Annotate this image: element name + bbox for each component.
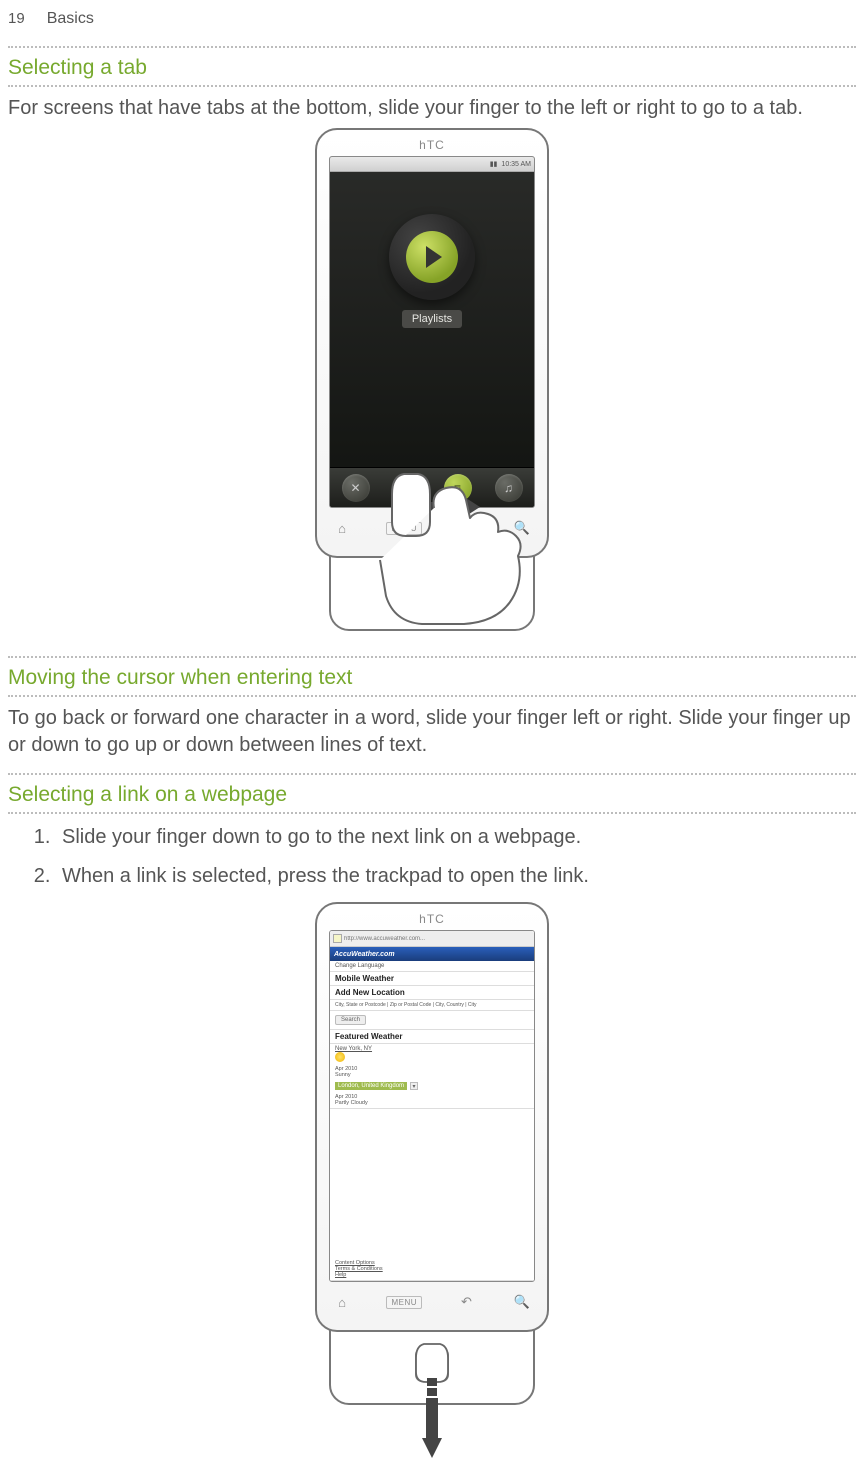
menu-button: MENU bbox=[386, 1296, 422, 1309]
status-time: 10:35 AM bbox=[501, 161, 531, 168]
tab-item: ▣ bbox=[393, 474, 421, 502]
site-banner: AccuWeather.com bbox=[330, 947, 534, 961]
sun-icon bbox=[335, 1052, 345, 1062]
web-link: Change Language bbox=[330, 961, 534, 972]
web-row: Apr 2010Partly Cloudy bbox=[330, 1092, 534, 1109]
web-row: Search bbox=[330, 1011, 534, 1030]
body-selecting-tab: For screens that have tabs at the bottom… bbox=[8, 95, 856, 122]
heading-selecting-tab: Selecting a tab bbox=[8, 48, 856, 85]
heading-selecting-link: Selecting a link on a webpage bbox=[8, 775, 856, 812]
page-header: 19 Basics bbox=[8, 10, 856, 28]
web-hint: City, State or Postcode | Zip or Postal … bbox=[330, 1000, 534, 1011]
page-icon bbox=[333, 934, 342, 943]
search-button-illustration: Search bbox=[335, 1015, 366, 1025]
page-number: 19 bbox=[8, 10, 25, 27]
tab-item: ✕ bbox=[342, 474, 370, 502]
home-icon: ⌂ bbox=[331, 521, 353, 536]
step-item: Slide your finger down to go to the next… bbox=[56, 824, 856, 851]
tab-item: ♫ bbox=[495, 474, 523, 502]
divider bbox=[8, 812, 856, 814]
divider bbox=[8, 695, 856, 697]
web-heading: Add New Location bbox=[330, 986, 534, 1000]
search-icon: 🔍 bbox=[511, 1294, 533, 1310]
dropdown-icon: ▾ bbox=[410, 1082, 418, 1090]
web-heading: Mobile Weather bbox=[330, 972, 534, 986]
search-icon: 🔍 bbox=[511, 520, 533, 536]
url-text: http://www.accuweather.com... bbox=[344, 936, 425, 942]
web-city: New York, NY bbox=[330, 1044, 534, 1052]
menu-button: MENU bbox=[386, 522, 422, 535]
step-item: When a link is selected, press the track… bbox=[56, 863, 856, 890]
status-bar: ▮▮ 10:35 AM bbox=[330, 157, 534, 172]
hardware-buttons: ⌂ MENU ↶ 🔍 bbox=[331, 514, 533, 542]
steps-list: Slide your finger down to go to the next… bbox=[8, 824, 856, 890]
web-heading: Featured Weather bbox=[330, 1030, 534, 1044]
app-tab-label: Playlists bbox=[402, 310, 462, 328]
swipe-down-icon bbox=[422, 1378, 442, 1458]
phone-logo: hTC bbox=[419, 138, 445, 152]
figure-selecting-link: hTC http://www.accuweather.com... AccuWe… bbox=[8, 902, 856, 1462]
hardware-buttons: ⌂ MENU ↶ 🔍 bbox=[331, 1288, 533, 1316]
selected-link-row: London, United Kingdom ▾ bbox=[330, 1080, 534, 1092]
back-icon: ↶ bbox=[456, 520, 478, 536]
back-icon: ↶ bbox=[456, 1294, 478, 1310]
body-moving-cursor: To go back or forward one character in a… bbox=[8, 705, 856, 759]
divider bbox=[8, 85, 856, 87]
heading-moving-cursor: Moving the cursor when entering text bbox=[8, 658, 856, 695]
swipe-right-icon bbox=[426, 498, 480, 516]
web-footer: Content Options Terms & Conditions Help bbox=[330, 1258, 534, 1281]
home-icon: ⌂ bbox=[331, 1295, 353, 1310]
chapter-title: Basics bbox=[47, 10, 94, 28]
phone-logo: hTC bbox=[419, 912, 445, 926]
signal-icon: ▮▮ bbox=[490, 160, 498, 168]
web-row: Apr 2010Sunny bbox=[330, 1066, 534, 1080]
play-icon bbox=[389, 214, 475, 300]
selected-link: London, United Kingdom bbox=[335, 1082, 407, 1090]
web-row bbox=[330, 1052, 534, 1066]
figure-selecting-tab: hTC ▮▮ 10:35 AM Playlists ✕ ▣ ≡ ♫ bbox=[8, 128, 856, 638]
url-bar: http://www.accuweather.com... bbox=[330, 931, 534, 947]
trackpad bbox=[415, 574, 449, 608]
